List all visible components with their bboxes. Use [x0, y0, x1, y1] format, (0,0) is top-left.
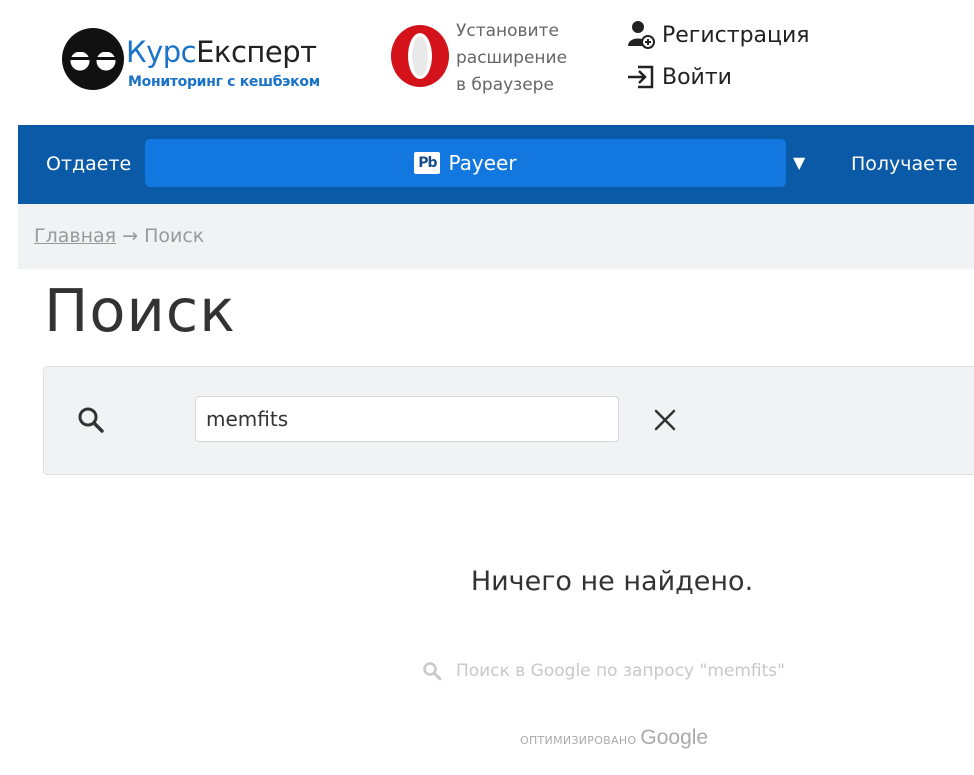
google-wordmark: Google [640, 726, 709, 749]
logo-title-part1: Курс [126, 35, 197, 69]
payeer-icon: Pb [414, 152, 441, 174]
glasses-logo-icon [62, 28, 124, 90]
logo-subtitle: Мониторинг с кешбэком [128, 74, 320, 90]
search-panel [43, 366, 974, 475]
user-add-icon [628, 21, 655, 49]
page-title: Поиск [44, 276, 236, 345]
give-label: Отдаете [46, 153, 132, 175]
exchange-bar: Отдаете Pb Payeer ▼ Получаете [18, 125, 974, 204]
give-currency-select[interactable]: Pb Payeer [145, 139, 786, 187]
google-search-link[interactable]: Поиск в Google по запросу "memfits" [422, 661, 785, 681]
optimized-label: ОПТИМИЗИРОВАНО [520, 734, 637, 747]
login-label: Войти [662, 64, 732, 90]
opera-icon [391, 25, 449, 87]
google-search-text: Поиск в Google по запросу "memfits" [456, 661, 785, 681]
logo-title-part2: Експерт [196, 35, 317, 69]
give-currency-label: Payeer [448, 151, 517, 175]
logo-title: КурсЕксперт [126, 36, 317, 68]
login-link[interactable]: Войти [626, 62, 810, 92]
close-icon[interactable] [653, 408, 677, 432]
login-icon [628, 65, 654, 89]
search-input[interactable] [195, 396, 619, 442]
powered-by-google: ОПТИМИЗИРОВАНО Google [520, 726, 708, 750]
breadcrumb-current: Поиск [144, 225, 205, 247]
register-label: Регистрация [662, 22, 810, 48]
breadcrumb-separator: → [122, 225, 139, 247]
dropdown-arrow-icon[interactable]: ▼ [793, 153, 805, 172]
search-icon[interactable] [76, 405, 106, 435]
auth-links: Регистрация Войти [626, 20, 810, 104]
breadcrumb: Главная → Поиск [18, 204, 974, 269]
get-label: Получаете [851, 153, 958, 175]
register-link[interactable]: Регистрация [626, 20, 810, 50]
no-results-message: Ничего не найдено. [470, 566, 754, 597]
opera-extension-promo[interactable]: Установите расширение в браузере [390, 18, 590, 98]
search-icon [423, 662, 442, 681]
site-logo[interactable]: КурсЕксперт Мониторинг с кешбэком [60, 26, 360, 96]
breadcrumb-home-link[interactable]: Главная [34, 225, 116, 247]
opera-promo-text: Установите расширение в браузере [456, 21, 568, 95]
